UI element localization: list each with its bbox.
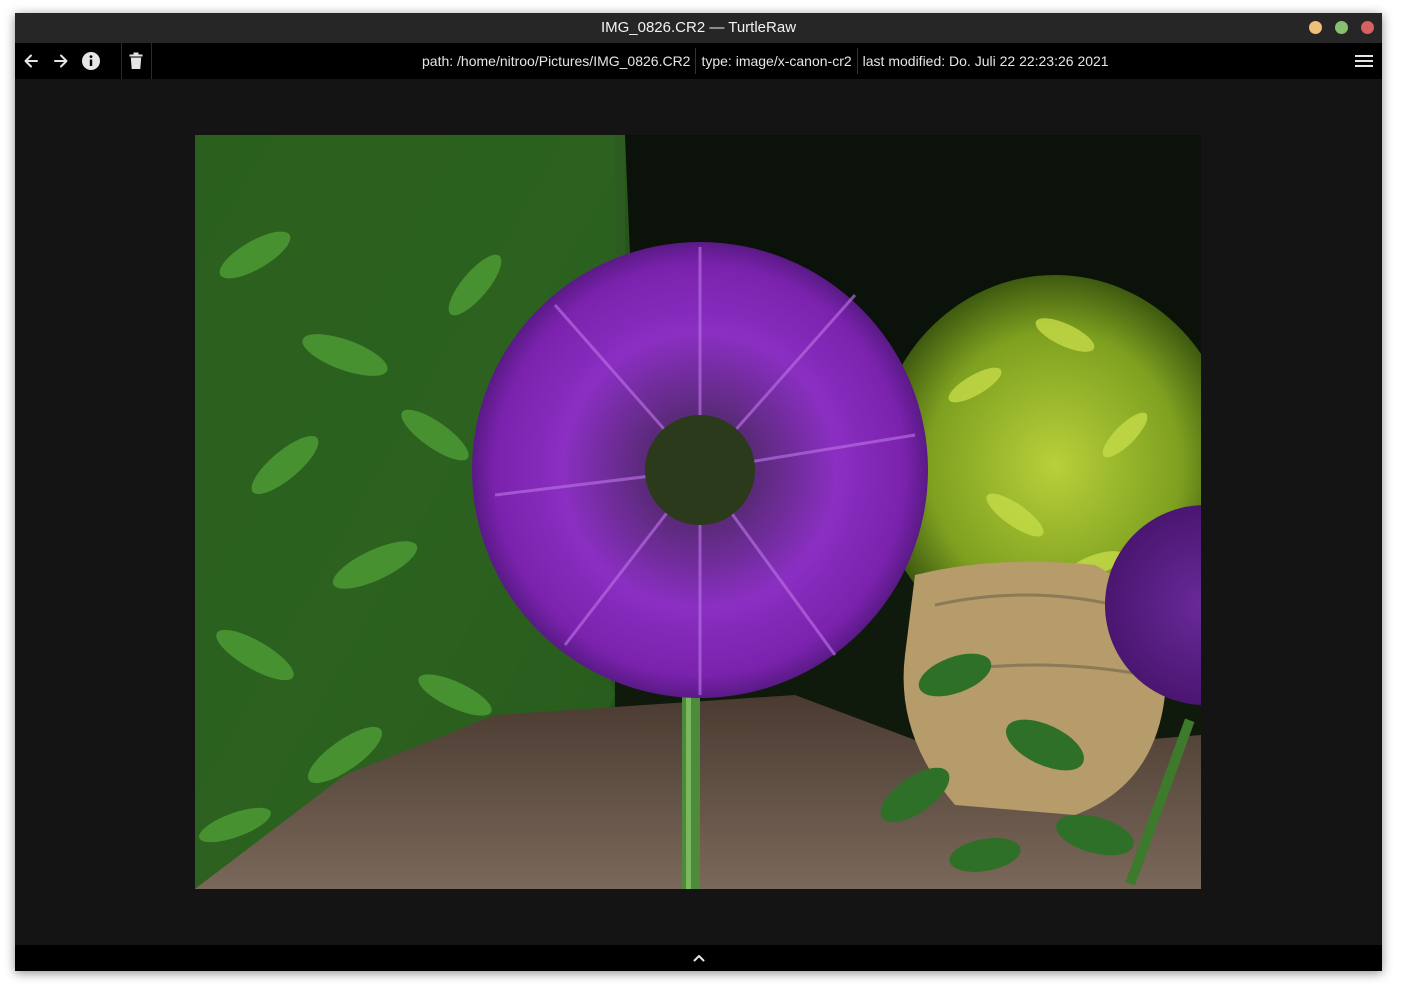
delete-button[interactable] <box>121 45 151 77</box>
back-button[interactable] <box>16 45 46 77</box>
bottom-bar <box>15 945 1382 971</box>
toolbar: path: /home/nitroo/Pictures/IMG_0826.CR2… <box>15 43 1382 79</box>
app-window: IMG_0826.CR2 — TurtleRaw path: /home/nit… <box>15 13 1382 971</box>
minimize-button[interactable] <box>1309 21 1322 34</box>
arrow-right-icon <box>54 54 68 68</box>
main-menu-button[interactable] <box>1352 49 1376 73</box>
info-icon <box>82 52 100 70</box>
window-title: IMG_0826.CR2 — TurtleRaw <box>600 19 797 36</box>
file-type: type: image/x-canon-cr2 <box>701 53 852 69</box>
trash-icon <box>129 52 143 69</box>
hamburger-menu-icon <box>1355 55 1373 67</box>
delete-group <box>121 43 152 79</box>
expand-thumbnails-button[interactable] <box>689 948 709 968</box>
arrow-left-icon <box>24 54 38 68</box>
photo[interactable] <box>195 135 1201 889</box>
close-button[interactable] <box>1361 21 1374 34</box>
last-modified: last modified: Do. Juli 22 22:23:26 2021 <box>862 53 1109 69</box>
file-path: path: /home/nitroo/Pictures/IMG_0826.CR2 <box>422 53 691 69</box>
info-button[interactable] <box>76 45 106 77</box>
file-metadata: path: /home/nitroo/Pictures/IMG_0826.CR2… <box>417 43 1114 79</box>
image-viewer[interactable] <box>15 79 1382 945</box>
allium-flower-photo <box>195 135 1201 889</box>
forward-button[interactable] <box>46 45 76 77</box>
navigation-group <box>15 43 122 79</box>
title-bar: IMG_0826.CR2 — TurtleRaw <box>15 13 1382 43</box>
window-controls <box>1309 21 1374 34</box>
chevron-up-icon <box>693 955 704 962</box>
maximize-button[interactable] <box>1335 21 1348 34</box>
